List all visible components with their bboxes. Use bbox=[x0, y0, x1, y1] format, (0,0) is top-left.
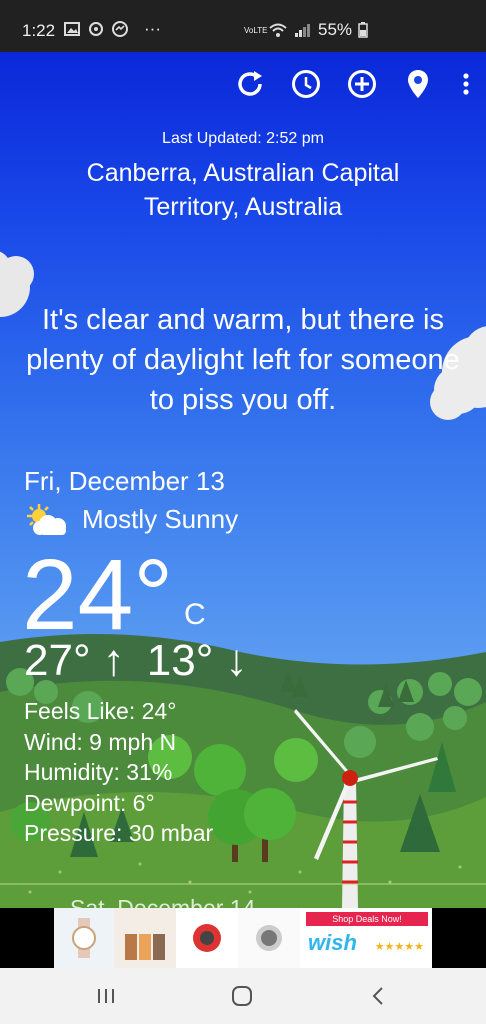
forecast-date: Fri, December 13 bbox=[24, 466, 225, 496]
add-icon bbox=[348, 70, 376, 98]
battery-icon bbox=[358, 22, 368, 38]
ad-wish[interactable]: Shop Deals Now! wish ★★★★★ bbox=[300, 908, 432, 968]
weather-quote: It's clear and warm, but there is plenty… bbox=[26, 304, 460, 416]
messenger-icon bbox=[112, 21, 128, 37]
sync-icon bbox=[89, 22, 103, 36]
wifi-icon bbox=[269, 23, 287, 37]
ad-banner[interactable]: Shop Deals Now! wish ★★★★★ bbox=[0, 908, 486, 968]
system-nav-bar bbox=[0, 968, 486, 1024]
partly-sunny-icon bbox=[27, 504, 66, 535]
more-vert-icon bbox=[463, 73, 469, 95]
shop-deals-button[interactable]: Shop Deals Now! bbox=[306, 912, 428, 926]
home-button[interactable] bbox=[222, 982, 262, 1010]
pressure: Pressure: 30 mbar bbox=[24, 820, 214, 846]
home-icon bbox=[232, 986, 252, 1006]
back-button[interactable] bbox=[358, 982, 398, 1010]
clock-icon bbox=[292, 70, 320, 98]
weather-details: Feels Like: 24° Wind: 9 mph N Humidity: … bbox=[24, 696, 213, 849]
location-button[interactable] bbox=[400, 66, 436, 102]
high-temp: 27° ↑ bbox=[24, 636, 125, 685]
device-icon bbox=[256, 925, 282, 951]
recents-icon bbox=[98, 989, 114, 1003]
feels-like: Feels Like: 24° bbox=[24, 698, 177, 724]
app-toolbar bbox=[232, 66, 476, 102]
notification-icons: ··· bbox=[64, 19, 161, 39]
location-name: Canberra, Australian Capital Territory, … bbox=[86, 159, 400, 221]
volte-icon: VoLTE bbox=[244, 25, 268, 35]
ad-product-watch bbox=[54, 908, 114, 968]
refresh-button[interactable] bbox=[232, 66, 268, 102]
status-time: 1:22 bbox=[22, 21, 56, 40]
ad-product-tool bbox=[176, 908, 238, 968]
wish-logo: wish bbox=[308, 930, 357, 955]
current-temperature: 24° bbox=[22, 539, 174, 651]
weather-background: Last Updated: 2:52 pm Canberra, Australi… bbox=[0, 52, 486, 908]
history-button[interactable] bbox=[288, 66, 324, 102]
condition-row: Mostly Sunny bbox=[24, 502, 238, 536]
wind: Wind: 9 mph N bbox=[24, 728, 177, 755]
signal-icon bbox=[295, 24, 310, 37]
dewpoint: Dewpoint: 6° bbox=[24, 789, 155, 816]
refresh-icon bbox=[238, 71, 262, 96]
gadget-icon bbox=[193, 924, 221, 952]
add-location-button[interactable] bbox=[344, 66, 380, 102]
gallery-icon bbox=[64, 22, 80, 36]
recent-apps-button[interactable] bbox=[86, 982, 126, 1010]
ad-product-boots bbox=[114, 908, 176, 968]
temperature-unit: C bbox=[184, 598, 206, 631]
battery-percent: 55% bbox=[318, 20, 353, 39]
status-bar: 1:22 ··· VoLTE 55% bbox=[0, 0, 486, 52]
ad-product-device bbox=[238, 908, 300, 968]
watch-icon bbox=[72, 918, 96, 958]
high-low: 27° ↑ 13° ↓ bbox=[24, 636, 248, 686]
low-temp: 13° ↓ bbox=[146, 636, 248, 685]
location-icon bbox=[408, 70, 428, 98]
next-day-forecast[interactable]: Sat, December 14 bbox=[70, 895, 255, 908]
last-updated: Last Updated: 2:52 pm bbox=[162, 130, 324, 147]
humidity: Humidity: 31% bbox=[24, 759, 173, 785]
condition-text: Mostly Sunny bbox=[82, 503, 239, 534]
ad-rating: ★★★★★ bbox=[374, 941, 424, 953]
back-icon bbox=[372, 987, 383, 1005]
more-notifications: ··· bbox=[144, 19, 161, 38]
overflow-menu-button[interactable] bbox=[456, 66, 476, 102]
ad-content[interactable]: Shop Deals Now! wish ★★★★★ bbox=[54, 908, 432, 968]
